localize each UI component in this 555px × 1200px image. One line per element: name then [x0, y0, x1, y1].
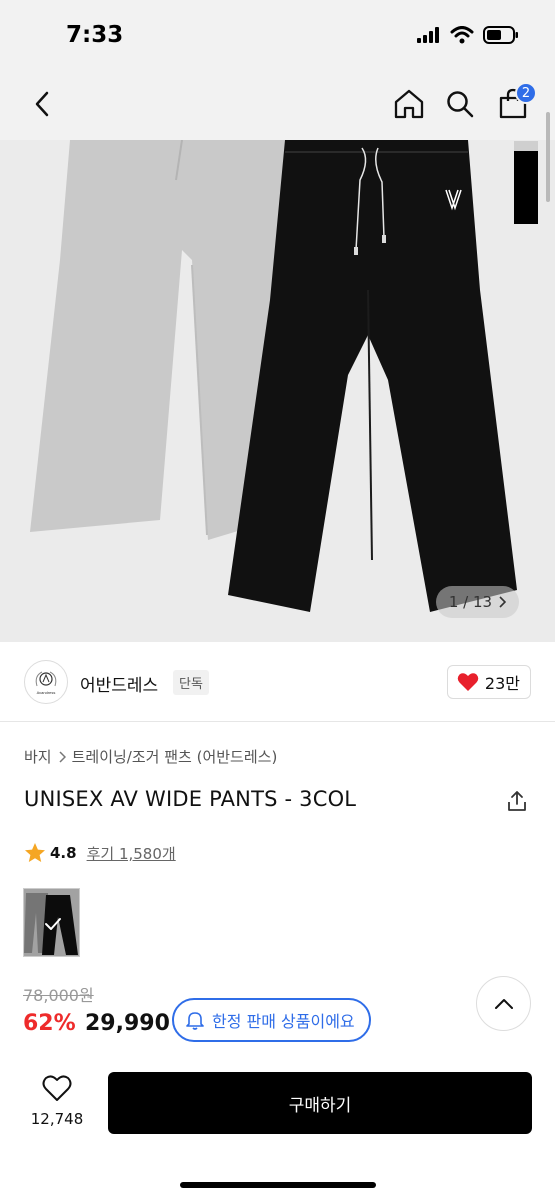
- rating-value: 4.8: [50, 844, 77, 862]
- chevron-up-icon: [494, 998, 513, 1009]
- seller-name[interactable]: 어반드레스: [80, 671, 158, 696]
- buy-button[interactable]: 구매하기: [108, 1072, 532, 1134]
- cart-count-badge: 2: [515, 82, 537, 104]
- seller-row: Avandress 어반드레스 단독 23만: [0, 642, 555, 722]
- sale-price: 29,990: [85, 1011, 170, 1036]
- check-icon: [44, 917, 61, 930]
- page-indicator-label: 1 / 13: [448, 593, 493, 611]
- chevron-right-icon: [59, 750, 66, 763]
- image-page-indicator[interactable]: 1 / 13: [436, 586, 519, 618]
- cart-button[interactable]: 2: [493, 82, 537, 124]
- image-scrollbar-track: [514, 141, 538, 151]
- page-scrollbar[interactable]: [546, 112, 550, 202]
- share-icon: [508, 791, 526, 811]
- status-icons: [417, 26, 519, 44]
- breadcrumb-category[interactable]: 바지: [24, 746, 52, 767]
- status-time: 7:33: [66, 22, 124, 48]
- scroll-to-top-button[interactable]: [476, 976, 531, 1031]
- wifi-icon: [450, 26, 474, 44]
- chevron-right-icon: [499, 596, 507, 608]
- brand-logo-icon: Avandress: [35, 671, 57, 695]
- exclusive-badge: 단독: [173, 670, 209, 695]
- limited-sale-badge: 한정 판매 상품이에요: [172, 998, 371, 1042]
- heart-outline-icon: [42, 1075, 72, 1101]
- product-image: [0, 140, 555, 642]
- home-button[interactable]: [389, 84, 429, 124]
- bell-icon: [186, 1012, 204, 1030]
- limited-sale-label: 한정 판매 상품이에요: [212, 1012, 355, 1031]
- heart-icon: [457, 673, 479, 691]
- home-indicator: [180, 1182, 376, 1188]
- review-count-link[interactable]: 후기 1,580개: [87, 843, 176, 864]
- back-button[interactable]: [22, 84, 62, 124]
- signal-icon: [417, 27, 439, 43]
- breadcrumb-subcategory[interactable]: 트레이닝/조거 팬츠 (어반드레스): [72, 746, 278, 767]
- nav-bar: 2: [0, 72, 555, 140]
- rating-row: 4.8 후기 1,580개: [24, 842, 176, 864]
- like-count: 23만: [484, 674, 520, 693]
- original-price: 78,000원: [23, 986, 94, 1005]
- product-title: UNISEX AV WIDE PANTS - 3COL: [24, 787, 357, 811]
- product-image-gallery[interactable]: 1 / 13: [0, 140, 555, 642]
- discount-rate: 62%: [23, 1011, 76, 1036]
- search-button[interactable]: [440, 84, 480, 124]
- seller-logo-text: Avandress: [37, 690, 56, 695]
- color-option-swatch[interactable]: [23, 888, 80, 957]
- status-bar: 7:33: [0, 0, 555, 72]
- breadcrumb: 바지 트레이닝/조거 팬츠 (어반드레스): [24, 746, 277, 767]
- wishlist-button[interactable]: 12,748: [22, 1074, 92, 1128]
- image-scrollbar[interactable]: [514, 151, 538, 224]
- chevron-left-icon: [35, 91, 49, 117]
- swatch-checkmark: [24, 889, 79, 956]
- wishlist-count: 12,748: [30, 1110, 84, 1128]
- star-icon: [25, 843, 45, 862]
- seller-logo[interactable]: Avandress: [24, 660, 68, 704]
- share-button[interactable]: [505, 789, 529, 813]
- like-button[interactable]: 23만: [446, 665, 531, 699]
- search-icon: [447, 91, 474, 118]
- home-icon: [394, 89, 424, 119]
- battery-icon: [483, 26, 518, 44]
- bottom-action-bar: 12,748 구매하기: [0, 1058, 555, 1200]
